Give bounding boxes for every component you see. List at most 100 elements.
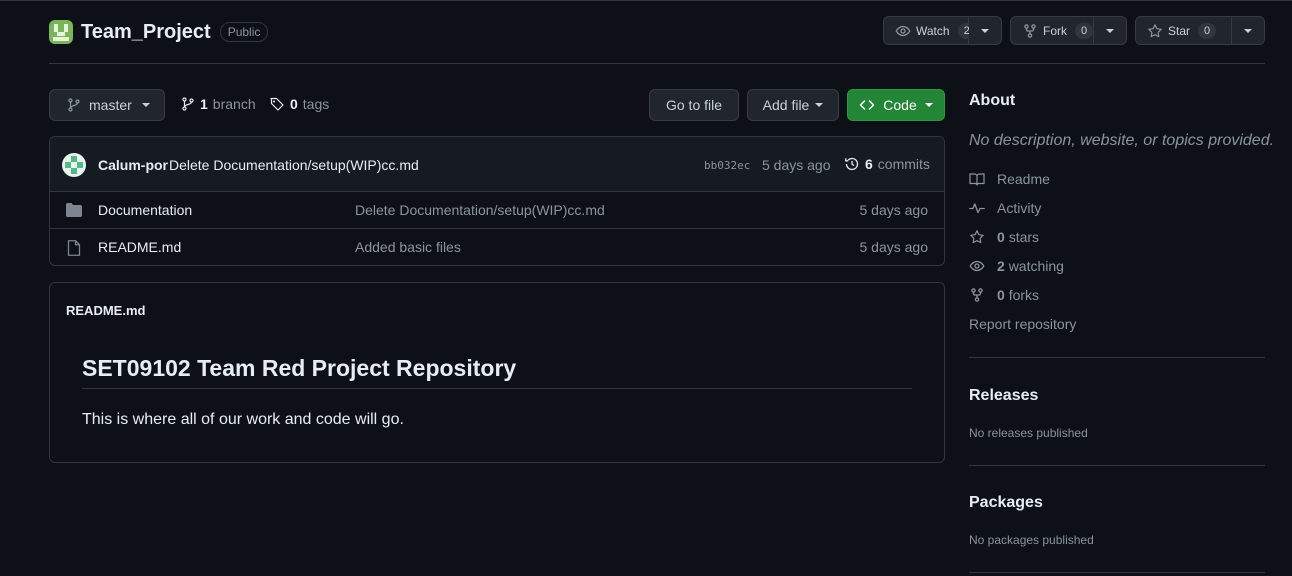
tags-link[interactable]: 0 tags: [269, 96, 329, 112]
file-commit-link[interactable]: Delete Documentation/setup(WIP)cc.md: [355, 202, 605, 218]
chevron-down-icon: [141, 103, 150, 107]
report-repository-label: Report repository: [969, 316, 1077, 332]
stars-label: stars: [1008, 229, 1040, 245]
star-dropdown-button[interactable]: [1232, 16, 1265, 45]
repo-forked-icon: [969, 287, 985, 303]
folder-icon: [66, 203, 82, 217]
chevron-down-icon: [815, 103, 824, 107]
fork-label: Fork: [1043, 23, 1067, 38]
star-button-group: Star 0: [1135, 16, 1265, 45]
tags-label: tags: [302, 96, 330, 112]
file-name-link[interactable]: README.md: [98, 239, 181, 255]
branches-count: 1: [200, 96, 208, 112]
star-label: Star: [1168, 23, 1191, 38]
file-age: 5 days ago: [859, 239, 929, 255]
chevron-down-icon: [1106, 28, 1114, 33]
readme-panel: README.md SET09102 Team Red Project Repo…: [49, 282, 945, 463]
commit-author-link[interactable]: Calum-por: [98, 157, 168, 173]
repo-name-link[interactable]: Team_Project: [81, 21, 211, 44]
watch-dropdown-button[interactable]: [969, 16, 1002, 45]
activity-link[interactable]: Activity: [969, 200, 1041, 216]
file-name-link[interactable]: Documentation: [98, 202, 192, 218]
star-count: 0: [1198, 22, 1217, 39]
about-section: About No description, website, or topics…: [969, 92, 1274, 332]
chevron-down-icon: [981, 28, 989, 33]
add-file-button[interactable]: Add file: [747, 89, 839, 121]
repo-forked-icon: [1022, 23, 1038, 39]
chevron-down-icon: [924, 103, 933, 107]
watch-label: Watch: [916, 23, 950, 38]
packages-heading-link[interactable]: Packages: [969, 494, 1043, 512]
about-heading: About: [969, 92, 1016, 109]
top-border: [0, 0, 1292, 1]
file-row: Documentation Delete Documentation/setup…: [50, 192, 944, 229]
activity-link-label: Activity: [997, 200, 1042, 216]
history-icon: [844, 156, 860, 172]
watching-count: 2: [997, 258, 1005, 274]
git-branch-icon: [181, 96, 195, 112]
eye-icon: [895, 23, 911, 39]
readme-link[interactable]: Readme: [969, 171, 1050, 187]
commit-message-link[interactable]: Delete Documentation/setup(WIP)cc.md: [169, 157, 419, 173]
file-age: 5 days ago: [859, 202, 929, 218]
branches-link[interactable]: 1 branch: [181, 96, 256, 112]
star-icon: [969, 229, 985, 245]
commits-history-link[interactable]: 6 commits: [844, 156, 930, 172]
repo-owner-avatar[interactable]: [49, 20, 73, 44]
report-repository-link[interactable]: Report repository: [969, 316, 1076, 332]
git-branch-icon: [67, 97, 81, 113]
repo-actions: Watch 2 Fork 0 Star 0: [883, 16, 1265, 45]
commit-author-avatar[interactable]: [62, 153, 86, 177]
file-commit-link[interactable]: Added basic files: [355, 239, 461, 255]
sidebar-divider: [969, 572, 1265, 573]
code-button[interactable]: Code: [847, 89, 945, 121]
commit-sha-link[interactable]: bb032ec: [704, 159, 750, 172]
about-description: No description, website, or topics provi…: [969, 132, 1275, 149]
file-browser: Calum-por Delete Documentation/setup(WIP…: [49, 136, 945, 266]
repo-header: Team_Project Public Watch 2 Fork 0 Star …: [49, 16, 1265, 64]
code-label: Code: [883, 97, 917, 113]
current-branch: master: [89, 97, 132, 113]
book-icon: [969, 171, 985, 187]
star-icon: [1147, 23, 1163, 39]
forks-count: 0: [997, 287, 1005, 303]
go-to-file-label: Go to file: [665, 97, 723, 113]
forks-label: forks: [1008, 287, 1040, 303]
pulse-icon: [969, 200, 985, 216]
forks-link[interactable]: 0 forks: [969, 287, 1039, 303]
sidebar-divider: [969, 357, 1265, 358]
code-icon: [859, 97, 875, 113]
sidebar-divider: [969, 465, 1265, 466]
releases-heading-link[interactable]: Releases: [969, 387, 1038, 405]
fork-dropdown-button[interactable]: [1094, 16, 1127, 45]
file-icon: [67, 240, 81, 256]
releases-empty-text: No releases published: [969, 426, 1088, 440]
repo-title: Team_Project Public: [49, 20, 269, 44]
watching-label: watching: [1008, 258, 1064, 274]
readme-body: This is where all of our work and code w…: [82, 411, 404, 428]
visibility-badge: Public: [219, 22, 269, 42]
commits-label: commits: [877, 156, 930, 172]
fork-button[interactable]: Fork 0: [1010, 16, 1094, 45]
stars-count: 0: [997, 229, 1005, 245]
branch-select-button[interactable]: master: [49, 89, 165, 121]
readme-link-label: Readme: [997, 171, 1050, 187]
branches-label: branch: [212, 96, 256, 112]
fork-count: 0: [1075, 22, 1094, 39]
commits-count: 6: [865, 156, 873, 172]
stars-link[interactable]: 0 stars: [969, 229, 1039, 245]
fork-button-group: Fork 0: [1010, 16, 1127, 45]
watching-link[interactable]: 2 watching: [969, 258, 1064, 274]
packages-empty-text: No packages published: [969, 533, 1094, 547]
watch-button-group: Watch 2: [883, 16, 1002, 45]
watch-button[interactable]: Watch 2: [883, 16, 976, 45]
go-to-file-button[interactable]: Go to file: [649, 89, 739, 121]
readme-filename[interactable]: README.md: [66, 303, 145, 318]
file-row: README.md Added basic files 5 days ago: [50, 229, 944, 265]
commit-age: 5 days ago: [762, 157, 831, 173]
chevron-down-icon: [1244, 28, 1252, 33]
tag-icon: [269, 96, 285, 112]
tags-count: 0: [290, 96, 298, 112]
star-button[interactable]: Star 0: [1135, 16, 1232, 45]
readme-heading: SET09102 Team Red Project Repository: [82, 355, 912, 389]
